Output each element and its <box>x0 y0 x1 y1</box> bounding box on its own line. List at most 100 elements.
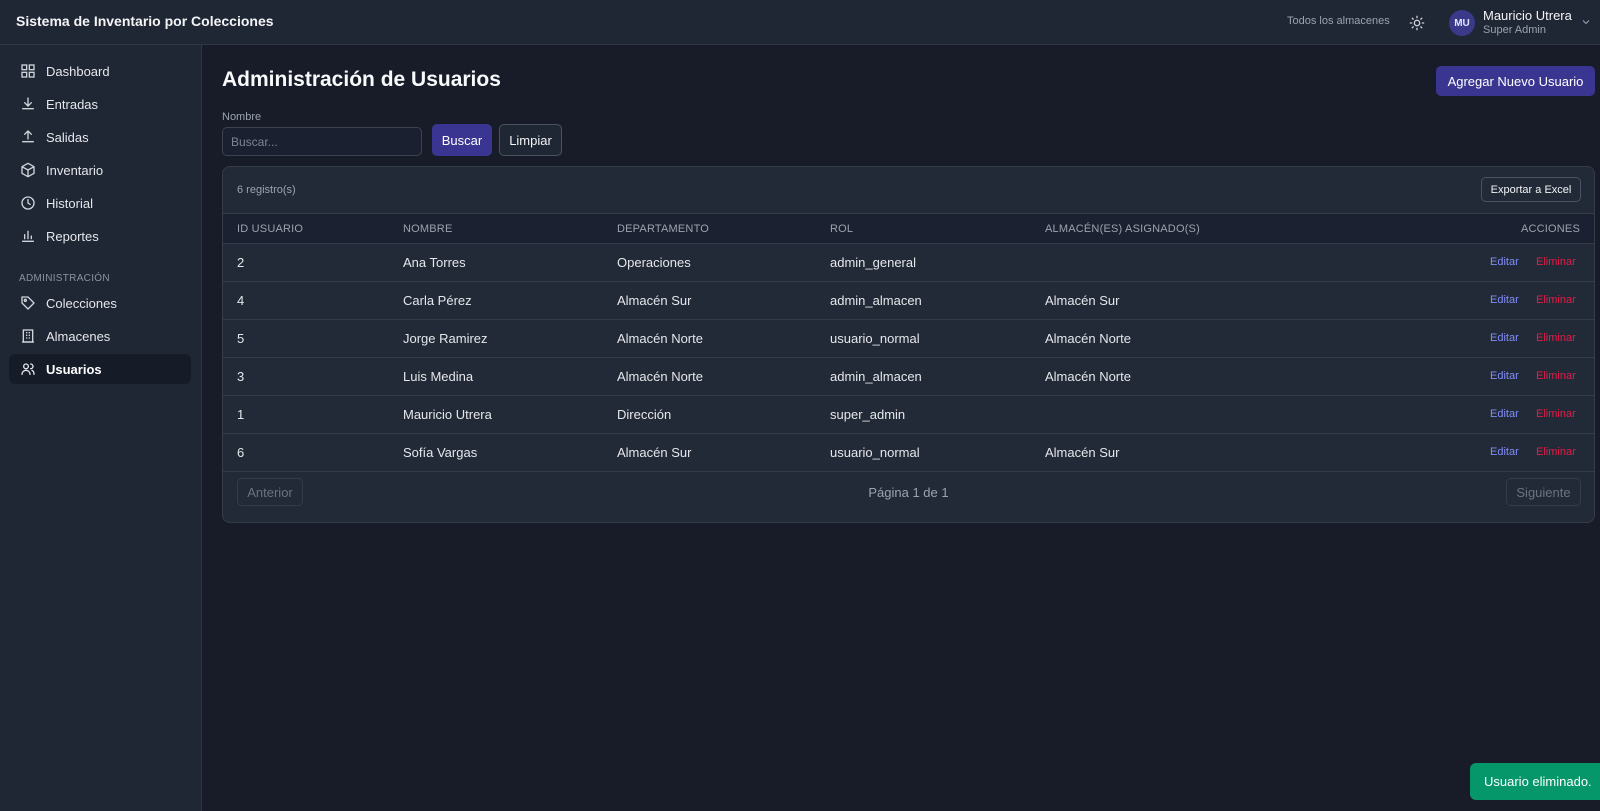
table-row: 3 Luis Medina Almacén Norte admin_almace… <box>223 358 1594 396</box>
add-user-button[interactable]: Agregar Nuevo Usuario <box>1436 66 1595 96</box>
sidebar-item-label: Salidas <box>46 130 89 145</box>
success-toast: Usuario eliminado. <box>1470 763 1600 800</box>
cell-id: 1 <box>237 407 245 422</box>
cell-role: usuario_normal <box>830 331 920 346</box>
cell-name: Ana Torres <box>403 255 466 270</box>
sidebar-item-label: Usuarios <box>46 362 102 377</box>
delete-link[interactable]: Eliminar <box>1536 408 1576 420</box>
sidebar-item-salidas[interactable]: Salidas <box>9 122 191 152</box>
export-excel-button[interactable]: Exportar a Excel <box>1481 177 1581 202</box>
cell-name: Sofía Vargas <box>403 445 478 460</box>
table-row: 5 Jorge Ramirez Almacén Norte usuario_no… <box>223 320 1594 358</box>
sun-icon <box>1409 15 1425 31</box>
sidebar-item-colecciones[interactable]: Colecciones <box>9 288 191 318</box>
pagination-info: Página 1 de 1 <box>868 485 949 500</box>
sidebar: Dashboard Entradas Salidas Inventario Hi… <box>0 45 202 811</box>
record-count: 6 registro(s) <box>237 184 296 196</box>
column-header-id[interactable]: ID USUARIO <box>237 223 303 235</box>
page-title: Administración de Usuarios <box>222 68 501 91</box>
cell-warehouse: Almacén Sur <box>1045 445 1120 460</box>
sidebar-item-dashboard[interactable]: Dashboard <box>9 56 191 86</box>
column-header-department[interactable]: DEPARTAMENTO <box>617 223 709 235</box>
clock-icon <box>21 196 35 210</box>
column-header-actions: ACCIONES <box>1520 223 1580 235</box>
chevron-down-icon <box>1582 20 1590 25</box>
cell-role: usuario_normal <box>830 445 920 460</box>
previous-page-button[interactable]: Anterior <box>237 478 303 506</box>
cell-department: Operaciones <box>617 255 691 270</box>
tag-icon <box>21 296 35 310</box>
sidebar-item-reportes[interactable]: Reportes <box>9 221 191 251</box>
users-icon <box>21 363 35 375</box>
user-name: Mauricio Utrera <box>1483 8 1572 23</box>
delete-link[interactable]: Eliminar <box>1536 294 1576 306</box>
sidebar-item-historial[interactable]: Historial <box>9 188 191 218</box>
top-bar: Sistema de Inventario por Colecciones To… <box>0 0 1600 45</box>
sidebar-item-label: Almacenes <box>46 329 111 344</box>
delete-link[interactable]: Eliminar <box>1536 446 1576 458</box>
app-title: Sistema de Inventario por Colecciones <box>16 13 274 29</box>
delete-link[interactable]: Eliminar <box>1536 332 1576 344</box>
next-page-button[interactable]: Siguiente <box>1506 478 1581 506</box>
sidebar-item-label: Reportes <box>46 229 99 244</box>
cell-name: Jorge Ramirez <box>403 331 488 346</box>
sidebar-item-entradas[interactable]: Entradas <box>9 89 191 119</box>
column-header-warehouses[interactable]: ALMACÉN(ES) ASIGNADO(S) <box>1045 223 1200 235</box>
cell-name: Luis Medina <box>403 369 474 384</box>
cell-warehouse: Almacén Norte <box>1045 331 1131 346</box>
warehouse-selector[interactable]: Todos los almacenes <box>1287 15 1390 27</box>
edit-link[interactable]: Editar <box>1490 408 1519 420</box>
table-row: 6 Sofía Vargas Almacén Sur usuario_norma… <box>223 434 1594 472</box>
delete-link[interactable]: Eliminar <box>1536 256 1576 268</box>
building-icon <box>22 329 34 343</box>
cell-id: 5 <box>237 331 245 346</box>
cell-id: 4 <box>237 293 245 308</box>
sidebar-item-almacenes[interactable]: Almacenes <box>9 321 191 351</box>
user-role: Super Admin <box>1483 24 1546 36</box>
cell-id: 2 <box>237 255 245 270</box>
cell-department: Almacén Sur <box>617 293 692 308</box>
delete-link[interactable]: Eliminar <box>1536 370 1576 382</box>
edit-link[interactable]: Editar <box>1490 446 1519 458</box>
users-table-card: 6 registro(s) Exportar a Excel ID USUARI… <box>222 166 1595 523</box>
cell-department: Almacén Sur <box>617 445 692 460</box>
clear-button[interactable]: Limpiar <box>499 124 562 156</box>
column-header-role[interactable]: ROL <box>830 223 853 235</box>
cell-name: Mauricio Utrera <box>403 407 492 422</box>
avatar: MU <box>1449 10 1475 36</box>
cell-name: Carla Pérez <box>403 293 472 308</box>
sidebar-item-inventario[interactable]: Inventario <box>9 155 191 185</box>
grid-icon <box>21 64 35 78</box>
search-input[interactable] <box>222 127 422 156</box>
cell-department: Dirección <box>617 407 672 422</box>
sidebar-item-label: Entradas <box>46 97 99 112</box>
cell-id: 3 <box>237 369 245 384</box>
cell-warehouse: Almacén Norte <box>1045 369 1131 384</box>
upload-icon <box>22 130 34 143</box>
name-filter-label: Nombre <box>222 111 262 123</box>
cell-department: Almacén Norte <box>617 331 703 346</box>
cell-department: Almacén Norte <box>617 369 703 384</box>
box-icon <box>21 162 35 178</box>
user-menu[interactable]: MU Mauricio Utrera Super Admin <box>1449 8 1594 38</box>
sidebar-item-usuarios[interactable]: Usuarios <box>9 354 191 384</box>
edit-link[interactable]: Editar <box>1490 370 1519 382</box>
table-row: 1 Mauricio Utrera Dirección super_admin … <box>223 396 1594 434</box>
column-header-name[interactable]: NOMBRE <box>403 223 452 235</box>
bar-chart-icon <box>22 230 34 242</box>
download-icon <box>22 97 34 110</box>
sidebar-item-label: Colecciones <box>46 296 117 311</box>
cell-id: 6 <box>237 445 245 460</box>
table-row: 2 Ana Torres Operaciones admin_general E… <box>223 244 1594 282</box>
table-row: 4 Carla Pérez Almacén Sur admin_almacen … <box>223 282 1594 320</box>
cell-role: admin_almacen <box>830 369 922 384</box>
sidebar-item-label: Dashboard <box>46 64 110 79</box>
edit-link[interactable]: Editar <box>1490 332 1519 344</box>
section-label-administracion: ADMINISTRACIÓN <box>19 273 110 284</box>
sidebar-item-label: Inventario <box>46 163 104 178</box>
theme-toggle-button[interactable] <box>1406 12 1428 34</box>
edit-link[interactable]: Editar <box>1490 256 1519 268</box>
edit-link[interactable]: Editar <box>1490 294 1519 306</box>
cell-warehouse: Almacén Sur <box>1045 293 1120 308</box>
search-button[interactable]: Buscar <box>432 124 492 156</box>
